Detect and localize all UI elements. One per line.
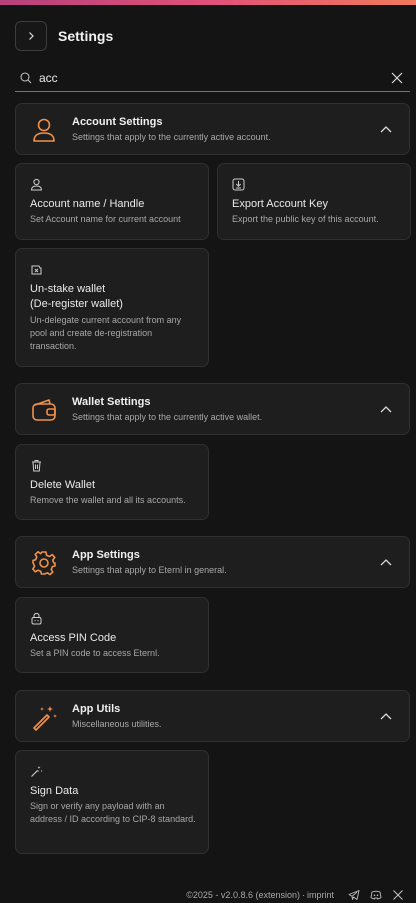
user-icon (30, 116, 58, 144)
magic-wand-icon (30, 765, 43, 778)
item-description: Sign or verify any payload with an addre… (30, 801, 196, 824)
top-gradient-bar (0, 0, 416, 5)
item-description: Un-delegate current account from any poo… (30, 315, 182, 351)
item-title-line2: (De-register wallet) (30, 298, 123, 310)
section-title: Account Settings (72, 116, 163, 128)
discord-icon[interactable] (370, 889, 382, 901)
item-title: Export Account Key (232, 198, 328, 210)
item-title: Access PIN Code (30, 632, 117, 644)
footer: ©2025 - v2.0.8.6 (extension) · imprint (186, 889, 404, 901)
section-account-settings[interactable]: Account Settings Settings that apply to … (15, 103, 410, 155)
gear-icon (30, 549, 58, 577)
item-title: Sign Data (30, 785, 79, 797)
trash-icon (30, 459, 43, 472)
setting-delete-wallet[interactable]: Delete Wallet Remove the wallet and all … (15, 444, 209, 520)
magic-wand-icon (30, 703, 58, 731)
section-app-utils[interactable]: App Utils Miscellaneous utilities. (15, 690, 410, 742)
item-title: Account name / Handle (30, 198, 145, 210)
telegram-icon[interactable] (348, 889, 360, 901)
setting-export-account-key[interactable]: Export Account Key Export the public key… (217, 163, 411, 240)
user-icon (30, 178, 43, 191)
chevron-right-icon (25, 30, 37, 42)
section-subtitle: Settings that apply to Eternl in general… (72, 565, 227, 575)
wallet-icon (30, 396, 58, 424)
imprint-link[interactable]: imprint (307, 890, 334, 900)
search-icon (19, 71, 33, 85)
item-title-line1: Un-stake wallet (30, 283, 106, 295)
item-description: Remove the wallet and all its accounts. (30, 495, 186, 505)
search-input[interactable] (39, 71, 359, 85)
section-subtitle: Miscellaneous utilities. (72, 719, 162, 729)
item-title: Delete Wallet (30, 479, 96, 491)
chevron-up-icon[interactable] (379, 402, 393, 416)
wallet-unstake-icon (30, 263, 43, 276)
setting-sign-data[interactable]: Sign Data Sign or verify any payload wit… (15, 750, 209, 854)
page-title: Settings (58, 28, 114, 44)
section-title: Wallet Settings (72, 396, 151, 408)
setting-account-name[interactable]: Account name / Handle Set Account name f… (15, 163, 209, 240)
item-description: Export the public key of this account. (232, 214, 379, 224)
setting-unstake-wallet[interactable]: Un-stake wallet (De-register wallet) Un-… (15, 248, 209, 367)
lock-icon (30, 612, 43, 625)
x-twitter-icon[interactable] (392, 889, 404, 901)
chevron-up-icon[interactable] (379, 555, 393, 569)
item-description: Set Account name for current account (30, 214, 181, 224)
chevron-up-icon[interactable] (379, 709, 393, 723)
section-wallet-settings[interactable]: Wallet Settings Settings that apply to t… (15, 383, 410, 435)
footer-separator: · (301, 890, 305, 900)
footer-copyright: ©2025 - v2.0.8.6 (extension) (186, 890, 300, 900)
section-app-settings[interactable]: App Settings Settings that apply to Eter… (15, 536, 410, 588)
chevron-up-icon[interactable] (379, 122, 393, 136)
header: Settings (15, 21, 113, 51)
back-button[interactable] (15, 21, 47, 51)
clear-search-icon[interactable] (390, 71, 404, 85)
section-title: App Utils (72, 703, 121, 715)
section-subtitle: Settings that apply to the currently act… (72, 132, 271, 142)
section-subtitle: Settings that apply to the currently act… (72, 412, 263, 422)
search-bar (15, 65, 410, 92)
download-icon (232, 178, 245, 191)
item-description: Set a PIN code to access Eternl. (30, 648, 160, 658)
section-title: App Settings (72, 549, 140, 561)
setting-access-pin-code[interactable]: Access PIN Code Set a PIN code to access… (15, 597, 209, 673)
